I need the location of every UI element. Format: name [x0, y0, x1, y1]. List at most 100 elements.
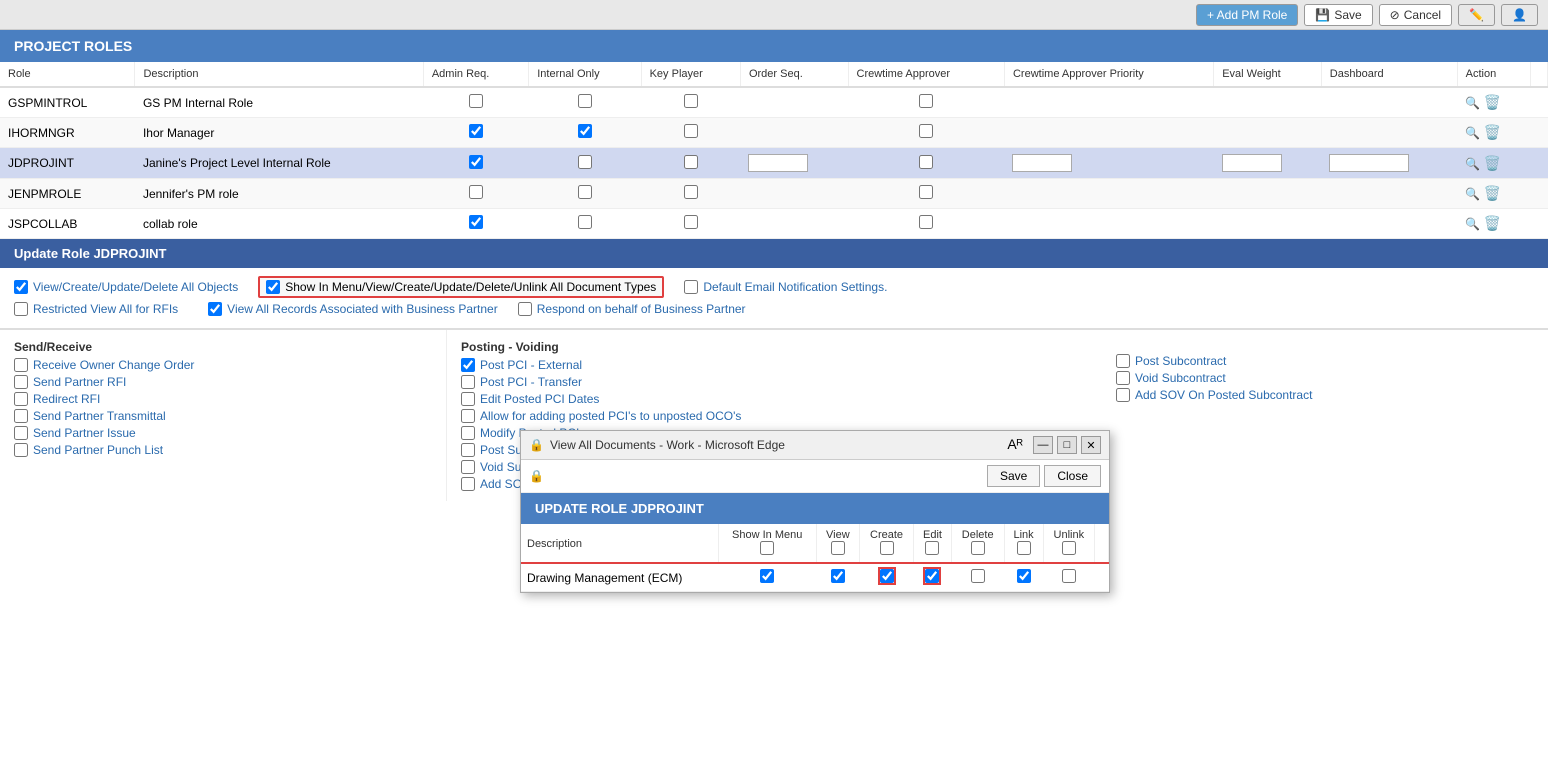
sr-checkbox[interactable] [14, 358, 28, 372]
pv-checkbox[interactable] [461, 443, 475, 457]
respond-on-behalf-label[interactable]: Respond on behalf of Business Partner [537, 302, 746, 316]
rc-checkbox[interactable] [1116, 388, 1130, 402]
trash-icon[interactable]: 🗑️ [1483, 185, 1500, 201]
admin-req-checkbox[interactable] [469, 185, 483, 199]
pv-label[interactable]: Post PCI - External [480, 358, 582, 372]
crewtime-approver-checkbox[interactable] [919, 155, 933, 169]
sr-label[interactable]: Send Partner Issue [33, 426, 136, 440]
trash-icon[interactable]: 🗑️ [1483, 215, 1500, 231]
eval-weight-input[interactable] [1222, 154, 1282, 172]
key-player-checkbox[interactable] [684, 185, 698, 199]
rc-label[interactable]: Post Subcontract [1135, 354, 1226, 368]
search-icon[interactable]: 🔍 [1465, 187, 1480, 201]
internal-only-checkbox[interactable] [578, 215, 592, 229]
minimize-button[interactable]: — [1033, 436, 1053, 454]
view-create-checkbox[interactable] [14, 280, 28, 294]
sr-label[interactable]: Send Partner Transmittal [33, 409, 166, 423]
fw-header-edit-checkbox[interactable] [925, 541, 939, 555]
respond-on-behalf-checkbox[interactable] [518, 302, 532, 316]
pv-label[interactable]: Edit Posted PCI Dates [480, 392, 599, 406]
sr-label[interactable]: Send Partner Punch List [33, 443, 163, 457]
internal-only-checkbox[interactable] [578, 185, 592, 199]
view-all-records-label[interactable]: View All Records Associated with Busines… [227, 302, 498, 316]
fw-header-create-checkbox[interactable] [880, 541, 894, 555]
cancel-button[interactable]: ⊘ Cancel [1379, 4, 1452, 26]
maximize-button[interactable]: □ [1057, 436, 1077, 454]
trash-icon[interactable]: 🗑️ [1483, 155, 1500, 171]
fw-header-show-in-menu-checkbox[interactable] [760, 541, 774, 555]
sr-label[interactable]: Send Partner RFI [33, 375, 126, 389]
search-icon[interactable]: 🔍 [1465, 96, 1480, 110]
admin-req-checkbox[interactable] [469, 94, 483, 108]
sr-checkbox[interactable] [14, 443, 28, 457]
fw-show-in-menu-checkbox[interactable] [760, 569, 774, 583]
sr-checkbox[interactable] [14, 426, 28, 440]
fw-link-checkbox[interactable] [1017, 569, 1031, 583]
admin-req-checkbox[interactable] [469, 215, 483, 229]
fw-view-checkbox[interactable] [831, 569, 845, 583]
crewtime-approver-checkbox[interactable] [919, 94, 933, 108]
fw-save-button[interactable]: Save [987, 465, 1040, 487]
view-all-records-checkbox[interactable] [208, 302, 222, 316]
pv-checkbox[interactable] [461, 460, 475, 474]
pv-checkbox[interactable] [461, 392, 475, 406]
internal-only-checkbox[interactable] [578, 155, 592, 169]
pv-checkbox[interactable] [461, 375, 475, 389]
fw-close-button[interactable]: Close [1044, 465, 1101, 487]
crewtime-approver-checkbox[interactable] [919, 185, 933, 199]
fw-header-view-checkbox[interactable] [831, 541, 845, 555]
sr-checkbox[interactable] [14, 409, 28, 423]
admin-req-checkbox[interactable] [469, 155, 483, 169]
sr-checkbox[interactable] [14, 392, 28, 406]
order-seq-input[interactable] [748, 154, 808, 172]
fw-unlink-checkbox[interactable] [1062, 569, 1076, 583]
internal-only-checkbox[interactable] [578, 124, 592, 138]
save-button[interactable]: 💾 Save [1304, 4, 1372, 26]
search-icon[interactable]: 🔍 [1465, 126, 1480, 140]
crewtime-priority-input[interactable] [1012, 154, 1072, 172]
sr-checkbox[interactable] [14, 375, 28, 389]
default-email-checkbox[interactable] [684, 280, 698, 294]
key-player-checkbox[interactable] [684, 124, 698, 138]
fw-edit-checkbox[interactable] [925, 569, 939, 583]
dashboard-input[interactable] [1329, 154, 1409, 172]
rc-checkbox[interactable] [1116, 354, 1130, 368]
fw-header-delete-checkbox[interactable] [971, 541, 985, 555]
sr-label[interactable]: Redirect RFI [33, 392, 100, 406]
fw-create-checkbox[interactable] [880, 569, 894, 583]
restricted-view-label[interactable]: Restricted View All for RFIs [33, 302, 178, 316]
pv-label[interactable]: Post PCI - Transfer [480, 375, 582, 389]
show-in-menu-label[interactable]: Show In Menu/View/Create/Update/Delete/U… [285, 280, 656, 294]
key-player-checkbox[interactable] [684, 215, 698, 229]
default-email-label[interactable]: Default Email Notification Settings. [703, 280, 887, 294]
pv-checkbox[interactable] [461, 358, 475, 372]
crewtime-approver-checkbox[interactable] [919, 124, 933, 138]
key-player-checkbox[interactable] [684, 155, 698, 169]
edit-icon-button[interactable]: ✏️ [1458, 4, 1495, 26]
add-pm-role-button[interactable]: + Add PM Role [1196, 4, 1298, 26]
show-in-menu-checkbox[interactable] [266, 280, 280, 294]
fw-delete-checkbox[interactable] [971, 569, 985, 583]
restricted-view-checkbox[interactable] [14, 302, 28, 316]
close-button[interactable]: ✕ [1081, 436, 1101, 454]
sr-label[interactable]: Receive Owner Change Order [33, 358, 194, 372]
pv-checkbox[interactable] [461, 426, 475, 440]
key-player-checkbox[interactable] [684, 94, 698, 108]
crewtime-approver-checkbox[interactable] [919, 215, 933, 229]
admin-req-checkbox[interactable] [469, 124, 483, 138]
pv-checkbox[interactable] [461, 409, 475, 423]
rc-checkbox[interactable] [1116, 371, 1130, 385]
view-create-label[interactable]: View/Create/Update/Delete All Objects [33, 280, 238, 294]
pv-checkbox[interactable] [461, 477, 475, 491]
fw-header-unlink-checkbox[interactable] [1062, 541, 1076, 555]
rc-label[interactable]: Add SOV On Posted Subcontract [1135, 388, 1312, 402]
trash-icon[interactable]: 🗑️ [1483, 124, 1500, 140]
search-icon[interactable]: 🔍 [1465, 217, 1480, 231]
search-icon[interactable]: 🔍 [1465, 157, 1480, 171]
internal-only-checkbox[interactable] [578, 94, 592, 108]
user-icon-button[interactable]: 👤 [1501, 4, 1538, 26]
pv-label[interactable]: Allow for adding posted PCI's to unposte… [480, 409, 741, 423]
trash-icon[interactable]: 🗑️ [1483, 94, 1500, 110]
rc-label[interactable]: Void Subcontract [1135, 371, 1226, 385]
fw-header-link-checkbox[interactable] [1017, 541, 1031, 555]
